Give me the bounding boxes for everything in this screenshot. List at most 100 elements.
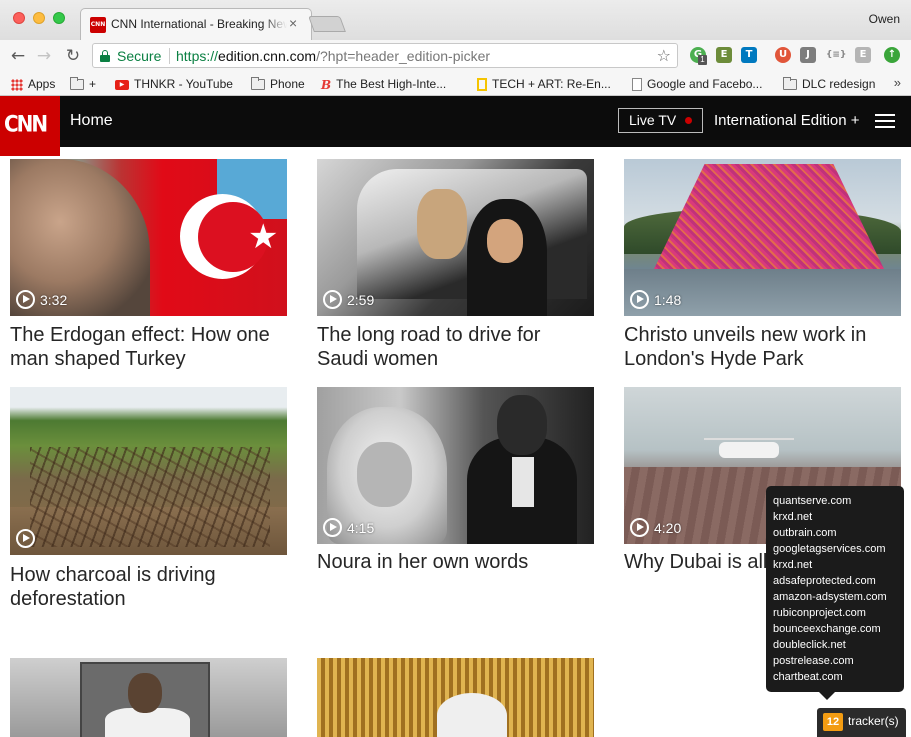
address-bar[interactable]: Secure https://edition.cnn.com/?hpt=head…: [92, 43, 678, 68]
headline-link[interactable]: The Erdogan effect: How one man shaped T…: [10, 323, 287, 371]
video-card[interactable]: [10, 658, 287, 737]
folder-icon: [251, 77, 265, 91]
tab-close-icon[interactable]: ×: [289, 15, 297, 31]
omnibox-divider: [169, 48, 170, 64]
live-tv-button[interactable]: Live TV: [618, 108, 703, 133]
tab-cnn[interactable]: CNN CNN International - Breaking News ×: [80, 8, 312, 40]
tracker-domain: amazon-adsystem.com: [773, 591, 887, 603]
secure-label: Secure: [117, 48, 162, 64]
bookmark-google-facebook[interactable]: Google and Facebo...: [632, 75, 762, 93]
video-duration: 2:59: [323, 290, 374, 309]
cnn-logo-text: CNN: [4, 110, 48, 138]
video-duration: 3:32: [16, 290, 67, 309]
bookmark-label: Apps: [28, 77, 56, 91]
cnn-header: CNN Home Live TV International Edition +: [0, 96, 911, 156]
browser-window: CNN CNN International - Breaking News × …: [0, 0, 911, 737]
headline-link[interactable]: How charcoal is driving deforestation: [10, 563, 287, 611]
bookmark-star-icon[interactable]: ☆: [657, 46, 671, 65]
url-text[interactable]: https://edition.cnn.com/?hpt=header_edit…: [176, 48, 490, 64]
toolbar: ← → ↻ Secure https://edition.cnn.com/?hp…: [0, 40, 911, 72]
duration-text: 4:15: [347, 519, 375, 536]
tech-art-icon: [477, 78, 487, 92]
video-card[interactable]: 2:59 The long road to drive for Saudi wo…: [317, 159, 594, 374]
extension-e-icon[interactable]: E: [855, 47, 871, 63]
tracker-domain: quantserve.com: [773, 495, 852, 507]
bookmark-label: Google and Facebo...: [647, 77, 763, 91]
youtube-icon: ▶: [115, 79, 129, 90]
video-thumbnail[interactable]: [317, 658, 594, 737]
video-thumbnail[interactable]: [10, 387, 287, 555]
new-tab-button[interactable]: [308, 16, 346, 32]
lock-icon: [100, 50, 110, 62]
video-thumbnail[interactable]: 2:59: [317, 159, 594, 316]
bookmark-label: DLC redesign: [802, 77, 876, 91]
close-window-button[interactable]: [13, 12, 25, 24]
tracker-list-popup: quantserve.com krxd.net outbrain.com goo…: [766, 486, 904, 700]
bookmark-label: THNKR - YouTube: [134, 77, 233, 91]
headline-link[interactable]: Christo unveils new work in London's Hyd…: [624, 323, 901, 371]
jsonview-icon[interactable]: J: [800, 47, 816, 63]
video-card[interactable]: How charcoal is driving deforestation: [10, 387, 287, 612]
headline-link[interactable]: Why Dubai is all: [624, 550, 767, 574]
play-icon: [630, 290, 649, 309]
video-card[interactable]: [317, 658, 594, 737]
video-thumbnail[interactable]: ★ 3:32: [10, 159, 287, 316]
bookmark-plus-folder[interactable]: +: [70, 75, 96, 93]
cnn-logo[interactable]: CNN: [0, 96, 60, 156]
hamburger-menu-icon[interactable]: [875, 114, 895, 128]
bookmark-dlc-redesign[interactable]: DLC redesign: [783, 75, 875, 93]
duration-text: 4:20: [654, 519, 682, 536]
bookmark-tech-art[interactable]: TECH + ART: Re-En...: [477, 75, 611, 93]
evernote-icon[interactable]: E: [716, 47, 732, 63]
tracker-domain: chartbeat.com: [773, 671, 843, 683]
back-arrow-icon[interactable]: ←: [7, 45, 29, 67]
forward-arrow-icon[interactable]: →: [33, 45, 55, 67]
video-thumbnail[interactable]: 4:15: [317, 387, 594, 544]
business-insider-icon: B: [321, 77, 332, 92]
bookmark-label: The Best High-Inte...: [336, 77, 447, 91]
extension-badge: 1: [698, 55, 707, 65]
bookmark-phone[interactable]: Phone: [251, 75, 305, 93]
duration-text: 1:48: [654, 291, 682, 308]
live-tv-label: Live TV: [629, 112, 677, 128]
tracker-domain: krxd.net: [773, 511, 813, 523]
tab-title: CNN International - Breaking News: [111, 17, 287, 31]
bookmark-apps[interactable]: Apps: [11, 75, 55, 93]
tracker-domain: krxd.net: [773, 559, 813, 571]
tracker-domain: postrelease.com: [773, 655, 854, 667]
bookmarks-overflow-icon[interactable]: »: [894, 75, 901, 90]
video-thumbnail[interactable]: 1:48: [624, 159, 901, 316]
headline-link[interactable]: Noura in her own words: [317, 550, 528, 574]
tracker-domain: bounceexchange.com: [773, 623, 881, 635]
video-card[interactable]: ★ 3:32 The Erdogan effect: How one man s…: [10, 159, 287, 374]
tab-strip: CNN CNN International - Breaking News × …: [0, 0, 911, 40]
json-formatter-icon[interactable]: {≡}: [826, 47, 846, 63]
video-card[interactable]: 1:48 Christo unveils new work in London'…: [624, 159, 901, 374]
live-dot-icon: [685, 117, 692, 124]
upload-icon[interactable]: ↑: [884, 47, 900, 63]
video-thumbnail[interactable]: [10, 658, 287, 737]
play-icon: [16, 290, 35, 309]
video-card[interactable]: 4:15 Noura in her own words: [317, 387, 594, 587]
headline-link[interactable]: The long road to drive for Saudi women: [317, 323, 594, 371]
url-host: edition.cnn.com: [218, 48, 317, 64]
zoom-window-button[interactable]: [53, 12, 65, 24]
trello-icon[interactable]: T: [741, 47, 757, 63]
cnn-favicon-icon: CNN: [90, 17, 106, 33]
profile-name[interactable]: Owen: [869, 12, 900, 26]
play-icon: [630, 518, 649, 537]
ublock-icon[interactable]: U: [775, 47, 791, 63]
tracker-count: 12: [823, 713, 843, 731]
bookmark-thnkr[interactable]: ▶ THNKR - YouTube: [115, 75, 233, 93]
bookmark-business-insider[interactable]: B The Best High-Inte...: [321, 75, 446, 93]
tracker-domain: googletagservices.com: [773, 543, 886, 555]
edition-picker[interactable]: International Edition +: [714, 112, 860, 129]
tracker-domain: doubleclick.net: [773, 639, 846, 651]
video-duration: 4:15: [323, 518, 374, 537]
play-icon: [323, 518, 342, 537]
home-link[interactable]: Home: [70, 112, 113, 130]
minimize-window-button[interactable]: [33, 12, 45, 24]
bookmark-label: +: [89, 77, 97, 91]
tracker-count-badge[interactable]: 12 tracker(s): [817, 708, 906, 737]
reload-icon[interactable]: ↻: [62, 45, 84, 67]
